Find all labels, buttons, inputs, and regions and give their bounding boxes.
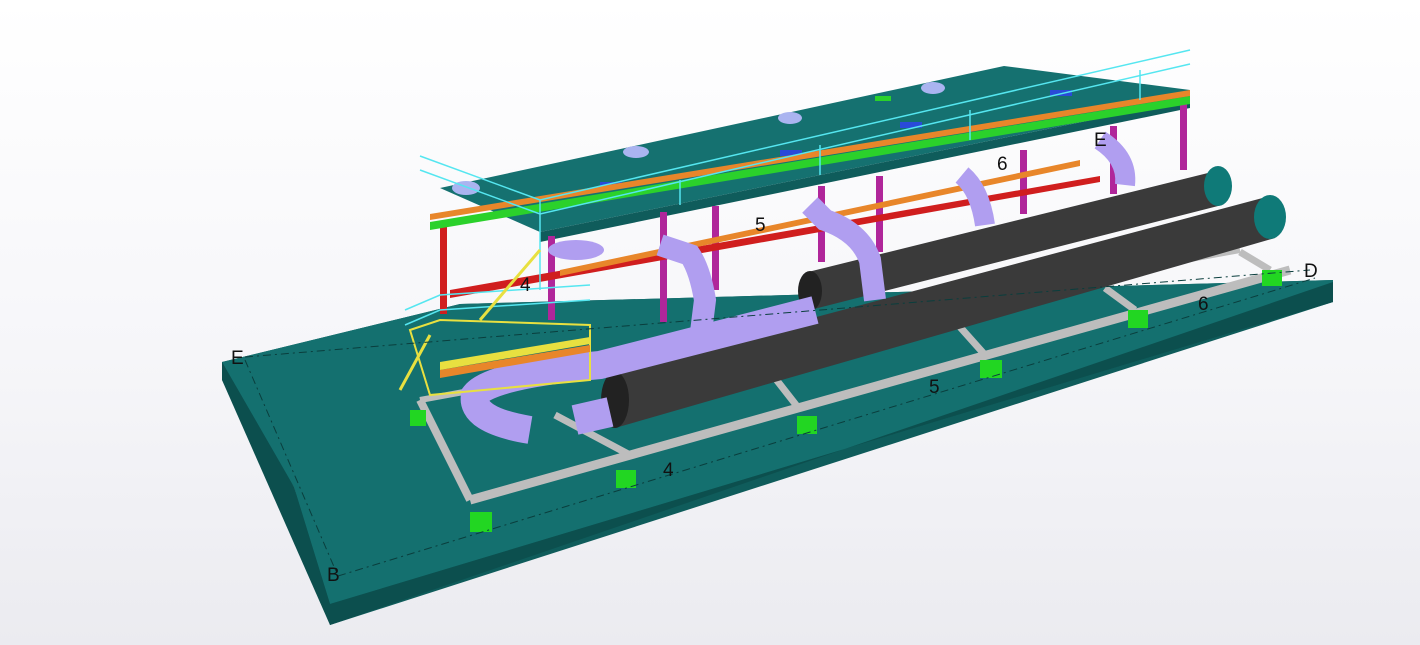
model-viewport[interactable]: E B E D 4 4 5 5 6 6 [0,0,1420,645]
3d-model-view[interactable] [0,0,1420,645]
